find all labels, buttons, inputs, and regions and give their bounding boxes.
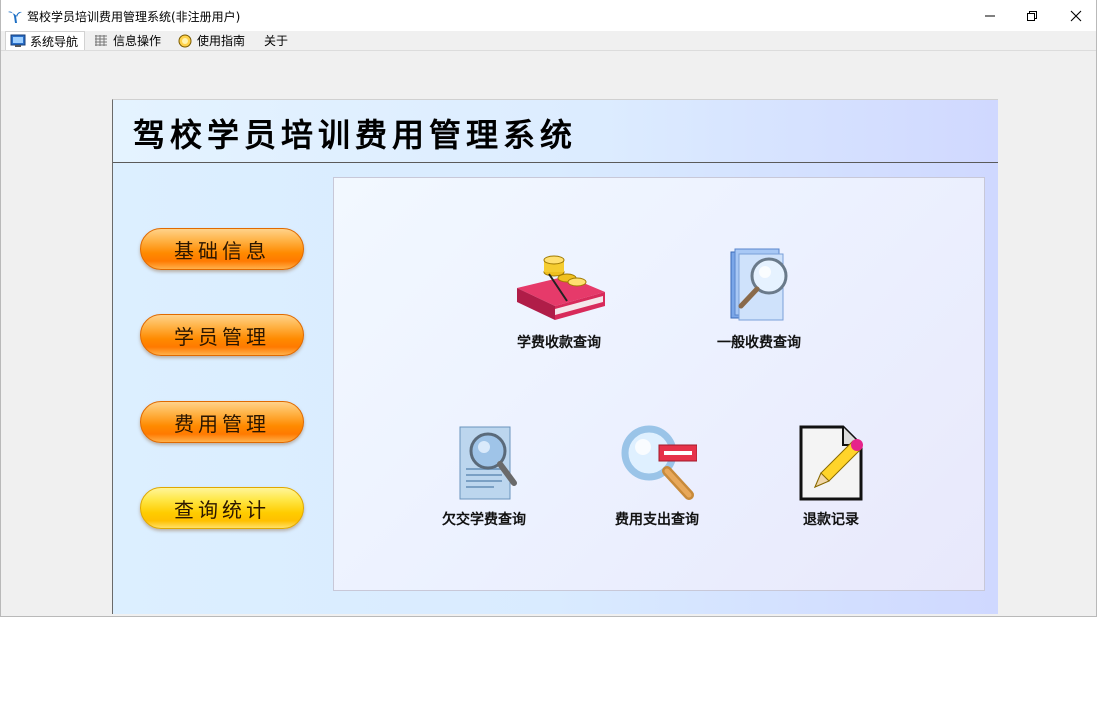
document-search-icon (730, 248, 788, 321)
restore-icon (1027, 10, 1037, 21)
student-management-button[interactable]: 学员管理 (140, 314, 304, 356)
guide-icon (177, 34, 193, 48)
button-label: 学员管理 (174, 324, 270, 349)
expense-query[interactable]: 费用支出查询 (602, 423, 712, 529)
minimize-icon (985, 15, 995, 16)
minimize-button[interactable] (967, 0, 1013, 31)
function-area: 学费收款查询 一般收费查询 欠交学费查询 费用支出查询 退款记录 (333, 177, 985, 591)
money-book-icon (517, 255, 605, 320)
fee-management-button[interactable]: 费用管理 (140, 401, 304, 443)
function-label: 一般收费查询 (717, 335, 801, 351)
page-magnifier-icon (459, 426, 517, 500)
function-label: 欠交学费查询 (442, 512, 526, 528)
close-icon (1070, 10, 1082, 21)
general-fee-query[interactable]: 一般收费查询 (704, 246, 814, 352)
tab-info-ops[interactable]: 信息操作 (89, 31, 169, 50)
function-label: 学费收款查询 (517, 335, 601, 351)
unpaid-tuition-query[interactable]: 欠交学费查询 (429, 423, 539, 529)
tab-label: 使用指南 (197, 34, 246, 48)
tab-label: 关于 (263, 34, 288, 48)
tuition-payment-query[interactable]: 学费收款查询 (504, 246, 614, 352)
tab-label: 信息操作 (113, 34, 162, 48)
button-label: 费用管理 (174, 411, 270, 436)
page-title: 驾校学员培训费用管理系统 (133, 116, 578, 154)
button-label: 查询统计 (174, 497, 270, 522)
function-label: 费用支出查询 (615, 512, 699, 528)
restore-button[interactable] (1009, 0, 1055, 31)
app-window: 驾校学员培训费用管理系统(非注册用户) 系统导航 信息操作 使用指南 关于 驾校… (0, 0, 1097, 617)
refund-records[interactable]: 退款记录 (776, 423, 886, 529)
function-label: 退款记录 (803, 512, 859, 528)
button-label: 基础信息 (174, 238, 270, 263)
basic-info-button[interactable]: 基础信息 (140, 228, 304, 270)
menu-tabs: 系统导航 信息操作 使用指南 关于 (1, 31, 1096, 51)
magnifier-minus-icon (621, 425, 697, 500)
tab-label: 系统导航 (30, 34, 79, 49)
tab-about[interactable]: 关于 (259, 31, 293, 50)
monitor-icon (10, 34, 26, 48)
pencil-note-icon (799, 425, 863, 501)
grid-icon (93, 34, 109, 48)
main-panel: 驾校学员培训费用管理系统 基础信息 学员管理 费用管理 查询统计 学费收款查询 … (112, 99, 998, 614)
query-statistics-button[interactable]: 查询统计 (140, 487, 304, 529)
app-logo-icon (7, 9, 23, 23)
panel-header: 驾校学员培训费用管理系统 (113, 100, 998, 163)
tab-user-guide[interactable]: 使用指南 (173, 31, 253, 50)
tab-system-nav[interactable]: 系统导航 (5, 31, 85, 50)
window-title: 驾校学员培训费用管理系统(非注册用户) (27, 10, 241, 24)
title-bar: 驾校学员培训费用管理系统(非注册用户) (1, 0, 1096, 31)
close-button[interactable] (1053, 0, 1098, 31)
